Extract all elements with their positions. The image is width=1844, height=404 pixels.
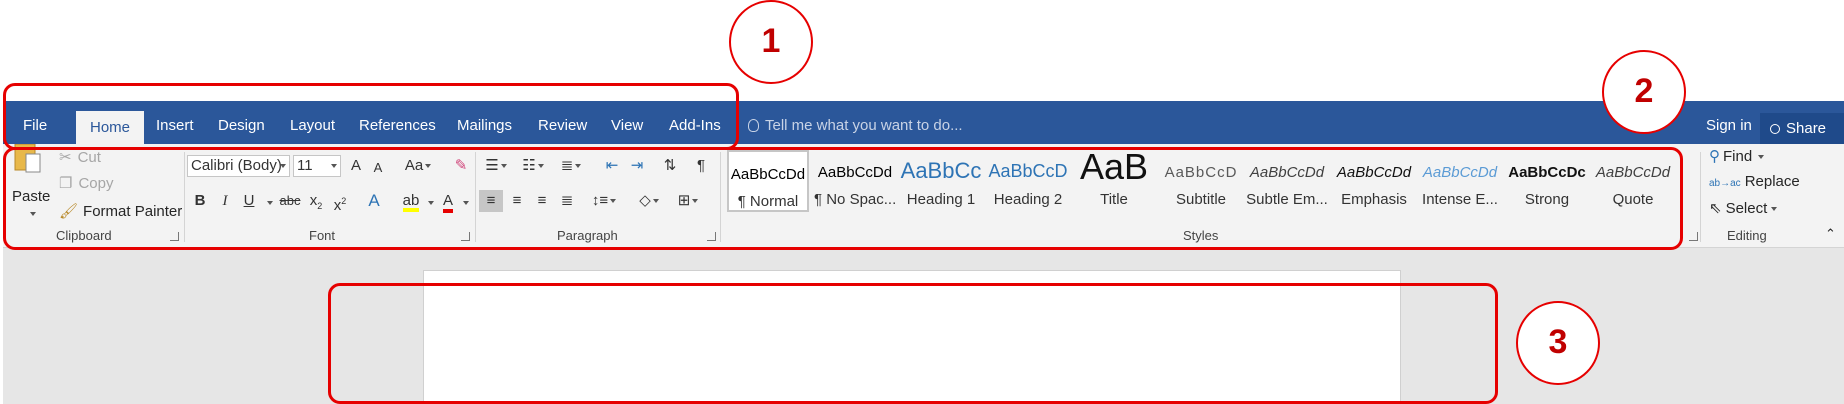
replace-icon: ab→ac — [1709, 178, 1741, 189]
share-button[interactable]: Share — [1760, 113, 1844, 144]
share-label: Share — [1786, 120, 1827, 137]
lightbulb-icon — [748, 119, 759, 132]
tell-me-text: Tell me what you want to do... — [765, 117, 963, 134]
callout-3: 3 — [1516, 301, 1600, 385]
find-button[interactable]: ⚲ Find — [1709, 147, 1765, 165]
callout-2: 2 — [1602, 50, 1686, 134]
annotation-box-tabs — [3, 83, 739, 150]
cursor-icon: ⇖ — [1709, 200, 1722, 217]
editing-group-label: Editing — [1727, 228, 1767, 243]
person-icon — [1770, 124, 1780, 134]
replace-button[interactable]: ab→ac Replace — [1709, 173, 1800, 190]
annotation-box-document — [328, 283, 1498, 404]
chevron-down-icon — [1758, 155, 1765, 159]
annotation-box-ribbon — [3, 147, 1683, 250]
group-divider — [1700, 152, 1701, 242]
collapse-ribbon-icon[interactable]: ⌃ — [1825, 226, 1836, 242]
tell-me-box[interactable]: Tell me what you want to do... — [748, 101, 963, 144]
sign-in-link[interactable]: Sign in — [1706, 101, 1752, 150]
chevron-down-icon — [1771, 207, 1778, 211]
styles-launcher-icon[interactable] — [1689, 232, 1698, 241]
select-button[interactable]: ⇖ Select — [1709, 199, 1778, 217]
search-icon: ⚲ — [1709, 148, 1720, 165]
callout-1: 1 — [729, 0, 813, 84]
